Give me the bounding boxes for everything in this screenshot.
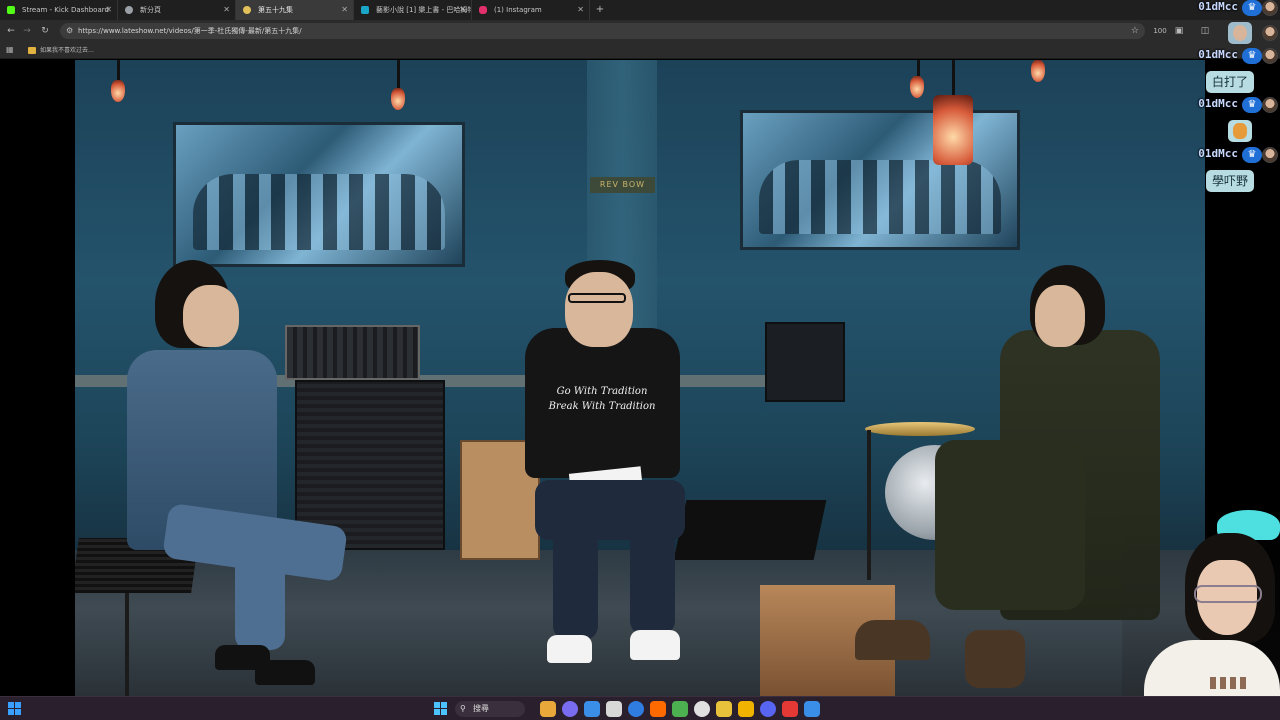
avatar bbox=[1262, 48, 1278, 64]
chrome-favicon-icon bbox=[125, 6, 133, 14]
tab-label: 第五十九集 bbox=[258, 6, 293, 14]
windows-taskbar: ⚲ 搜尋 bbox=[0, 696, 1280, 720]
host-glasses bbox=[568, 293, 626, 303]
taskbar-app-icon[interactable] bbox=[760, 701, 776, 717]
wall-poster-left bbox=[173, 122, 465, 267]
taskbar-app-icon[interactable] bbox=[562, 701, 578, 717]
bookmark-item[interactable]: 如果我不喜欢过去… bbox=[28, 42, 94, 59]
bookmark-star-icon[interactable]: ☆ bbox=[1131, 23, 1139, 39]
chat-message: 學吓野 bbox=[1206, 170, 1255, 192]
taskbar-app-icon[interactable] bbox=[628, 701, 644, 717]
site-info-icon[interactable]: ⚙ bbox=[66, 23, 73, 39]
tab-instagram[interactable]: (1) Instagram ✕ bbox=[472, 0, 590, 20]
chat-username: 01dMcc bbox=[1198, 147, 1238, 160]
chat-username: 01dMcc bbox=[1198, 48, 1238, 61]
bookmark-label: 如果我不喜欢过去… bbox=[40, 47, 95, 54]
taskbar-app-icon[interactable] bbox=[804, 701, 820, 717]
webcam-overlay bbox=[1122, 505, 1280, 720]
taskbar-app-icon[interactable] bbox=[694, 701, 710, 717]
tab-label: (1) Instagram bbox=[494, 6, 542, 14]
taskbar-app-icon[interactable] bbox=[716, 701, 732, 717]
pendant-lamp bbox=[391, 88, 405, 110]
crown-badge-icon: ♛ bbox=[1242, 97, 1262, 113]
browser-toolbar: ← → ↻ ⚙ https://www.lateshow.net/videos/… bbox=[0, 20, 1280, 42]
music-stand bbox=[673, 500, 827, 560]
taskbar-app-icon[interactable] bbox=[782, 701, 798, 717]
shirt-text-line1: Go With Tradition bbox=[556, 386, 648, 397]
crown-badge-icon: ♛ bbox=[1242, 0, 1262, 16]
close-icon[interactable]: ✕ bbox=[577, 0, 584, 20]
streamer-glasses bbox=[1194, 585, 1262, 603]
pendant-lamp bbox=[933, 95, 973, 165]
pendant-lamp bbox=[910, 76, 924, 98]
video-frame: REV BOW Go With Tradition Break With Tra… bbox=[75, 60, 1205, 696]
bookmarks-bar: ▦ 如果我不喜欢过去… bbox=[0, 42, 1280, 59]
close-icon[interactable]: ✕ bbox=[341, 0, 348, 20]
taskbar-app-icon[interactable] bbox=[606, 701, 622, 717]
reload-icon[interactable]: ↻ bbox=[38, 23, 52, 39]
close-icon[interactable]: ✕ bbox=[105, 0, 112, 20]
widgets-icon[interactable] bbox=[8, 702, 22, 716]
forward-arrow-icon[interactable]: → bbox=[20, 23, 34, 39]
screen: Stream - Kick Dashboard ✕ 新分頁 ✕ 第五十九集 ✕ … bbox=[0, 0, 1280, 720]
chat-message: 白打了 bbox=[1206, 71, 1255, 93]
apps-grid-icon[interactable]: ▦ bbox=[6, 45, 15, 54]
chat-sticker bbox=[1228, 120, 1252, 142]
instagram-favicon-icon bbox=[479, 6, 487, 14]
wall-sign: REV BOW bbox=[590, 177, 655, 193]
new-tab-button[interactable]: + bbox=[590, 0, 610, 20]
close-icon[interactable]: ✕ bbox=[223, 0, 230, 20]
lateshow-favicon-icon bbox=[243, 6, 251, 14]
wall-poster-right bbox=[740, 110, 1020, 250]
avatar bbox=[1262, 147, 1278, 163]
avatar bbox=[1262, 0, 1278, 16]
avatar bbox=[1262, 25, 1278, 41]
chat-username: 01dMcc bbox=[1198, 97, 1238, 110]
amplifier bbox=[765, 322, 845, 402]
windows-start-icon[interactable] bbox=[434, 702, 448, 716]
kick-favicon-icon bbox=[7, 6, 15, 14]
crown-badge-icon: ♛ bbox=[1242, 48, 1262, 64]
zoom-badge[interactable]: 100 bbox=[1153, 23, 1167, 39]
shirt-text-line2: Break With Tradition bbox=[548, 401, 656, 412]
tab-bahamut[interactable]: 藝影小說 [1] 樂上書 - 巴哈姆特 ✕ bbox=[354, 0, 472, 20]
taskbar-app-icon[interactable] bbox=[540, 701, 556, 717]
close-icon[interactable]: ✕ bbox=[459, 0, 466, 20]
taskbar-app-icon[interactable] bbox=[584, 701, 600, 717]
taskbar-app-icon[interactable] bbox=[650, 701, 666, 717]
taskbar-app-icon[interactable] bbox=[738, 701, 754, 717]
crown-badge-icon: ♛ bbox=[1242, 147, 1262, 163]
tab-new-tab[interactable]: 新分頁 ✕ bbox=[118, 0, 236, 20]
tab-kick-dashboard[interactable]: Stream - Kick Dashboard ✕ bbox=[0, 0, 118, 20]
video-player[interactable]: REV BOW Go With Tradition Break With Tra… bbox=[0, 60, 1280, 696]
tab-label: Stream - Kick Dashboard bbox=[22, 6, 109, 14]
folder-icon bbox=[28, 47, 36, 54]
browser-tab-bar: Stream - Kick Dashboard ✕ 新分頁 ✕ 第五十九集 ✕ … bbox=[0, 0, 1280, 20]
taskbar-app-icon[interactable] bbox=[672, 701, 688, 717]
search-label: 搜尋 bbox=[473, 704, 489, 713]
back-arrow-icon[interactable]: ← bbox=[4, 23, 18, 39]
avatar bbox=[1262, 97, 1278, 113]
search-icon: ⚲ bbox=[460, 704, 466, 713]
pendant-lamp bbox=[111, 80, 125, 102]
stream-chat-overlay: 01dMcc ♛ 01dMcc ♛ 白打了 01dMcc ♛ 01dMcc ♛ … bbox=[1180, 0, 1280, 195]
pendant-lamp bbox=[1031, 60, 1045, 82]
tab-label: 藝影小說 [1] 樂上書 - 巴哈姆特 bbox=[376, 6, 472, 14]
address-url[interactable]: https://www.lateshow.net/videos/第一季-杜氏獨傳… bbox=[78, 23, 302, 39]
chat-emote bbox=[1228, 22, 1252, 44]
address-bar[interactable]: ⚙ https://www.lateshow.net/videos/第一季-杜氏… bbox=[60, 23, 1145, 39]
amp-head bbox=[285, 325, 420, 380]
tab-label: 新分頁 bbox=[140, 6, 161, 14]
cymbal bbox=[865, 422, 975, 436]
chat-username: 01dMcc bbox=[1198, 0, 1238, 13]
bahamut-favicon-icon bbox=[361, 6, 369, 14]
taskbar-search[interactable]: ⚲ 搜尋 bbox=[455, 701, 525, 717]
tab-episode-59[interactable]: 第五十九集 ✕ bbox=[236, 0, 354, 20]
